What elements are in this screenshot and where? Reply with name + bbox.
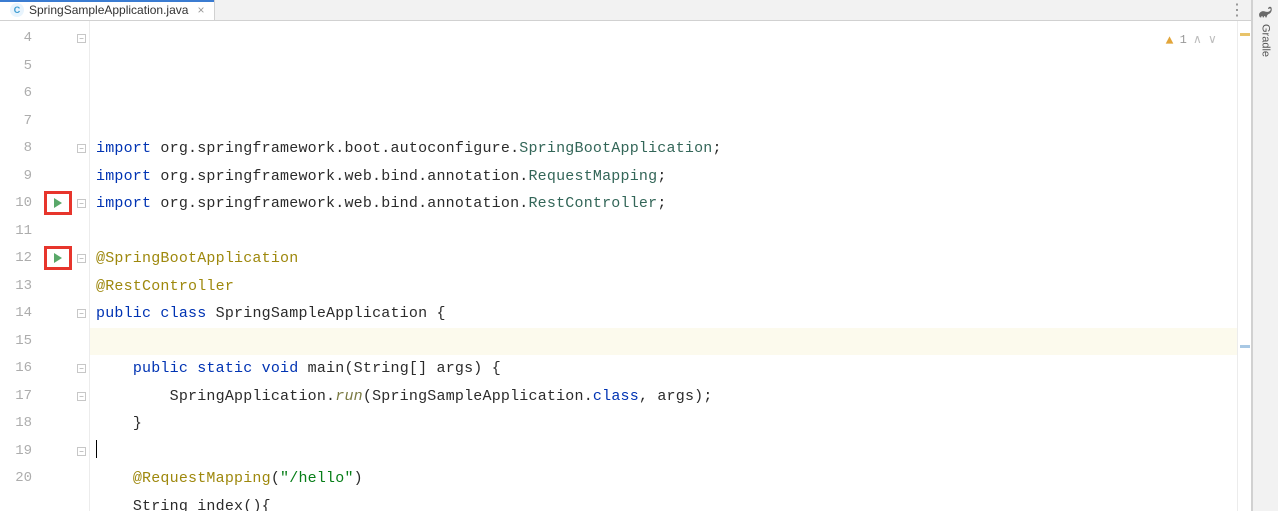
line-number: 17 — [0, 383, 32, 411]
line-number: 10 — [0, 190, 32, 218]
scrollbar-warning-mark[interactable] — [1240, 33, 1250, 36]
right-toolwindow-bar: Gradle — [1252, 0, 1278, 511]
line-number: 7 — [0, 108, 32, 136]
line-number-gutter: 4567891011121314151617181920 — [0, 21, 40, 511]
class-icon: C — [10, 3, 24, 17]
code-content[interactable]: import org.springframework.boot.autoconf… — [90, 21, 1237, 511]
line-number: 20 — [0, 465, 32, 493]
gradle-toolwindow-button[interactable]: Gradle — [1260, 24, 1272, 57]
line-number: 4 — [0, 25, 32, 53]
fold-toggle-icon[interactable]: − — [77, 144, 86, 153]
line-number: 14 — [0, 300, 32, 328]
run-gutter-icon[interactable] — [44, 246, 72, 270]
run-gutter — [40, 21, 76, 511]
prev-problem-icon[interactable]: ∧ — [1193, 27, 1202, 55]
editor-tabbar: C SpringSampleApplication.java × ⋮ — [0, 0, 1251, 21]
editor-scrollbar[interactable] — [1237, 21, 1251, 511]
line-number: 12 — [0, 245, 32, 273]
line-number: 15 — [0, 328, 32, 356]
run-gutter-icon[interactable] — [44, 191, 72, 215]
line-number: 6 — [0, 80, 32, 108]
code-editor[interactable]: 4567891011121314151617181920 − − − − − − − − im… — [0, 21, 1251, 511]
gradle-icon[interactable] — [1258, 6, 1274, 18]
fold-toggle-icon[interactable]: − — [77, 447, 86, 456]
line-number: 19 — [0, 438, 32, 466]
close-tab-icon[interactable]: × — [197, 3, 204, 17]
tab-menu-button[interactable]: ⋮ — [1223, 0, 1251, 20]
fold-gutter: − − − − − − − − — [76, 21, 90, 511]
warning-count: 1 — [1180, 27, 1187, 55]
fold-toggle-icon[interactable]: − — [77, 34, 86, 43]
tab-springsampleapplication[interactable]: C SpringSampleApplication.java × — [0, 0, 215, 20]
fold-toggle-icon[interactable]: − — [77, 392, 86, 401]
line-number: 8 — [0, 135, 32, 163]
fold-toggle-icon[interactable]: − — [77, 364, 86, 373]
line-number: 13 — [0, 273, 32, 301]
problems-indicator[interactable]: ▲ 1 ∧ ∨ — [1166, 27, 1217, 55]
play-icon — [54, 253, 62, 263]
fold-toggle-icon[interactable]: − — [77, 254, 86, 263]
fold-toggle-icon[interactable]: − — [77, 309, 86, 318]
line-number: 16 — [0, 355, 32, 383]
fold-toggle-icon[interactable]: − — [77, 199, 86, 208]
line-number: 5 — [0, 53, 32, 81]
line-number: 9 — [0, 163, 32, 191]
line-number: 11 — [0, 218, 32, 246]
line-number: 18 — [0, 410, 32, 438]
tab-label: SpringSampleApplication.java — [29, 3, 188, 17]
next-problem-icon[interactable]: ∨ — [1208, 27, 1217, 55]
play-icon — [54, 198, 62, 208]
scrollbar-info-mark[interactable] — [1240, 345, 1250, 348]
warning-icon: ▲ — [1166, 27, 1174, 55]
